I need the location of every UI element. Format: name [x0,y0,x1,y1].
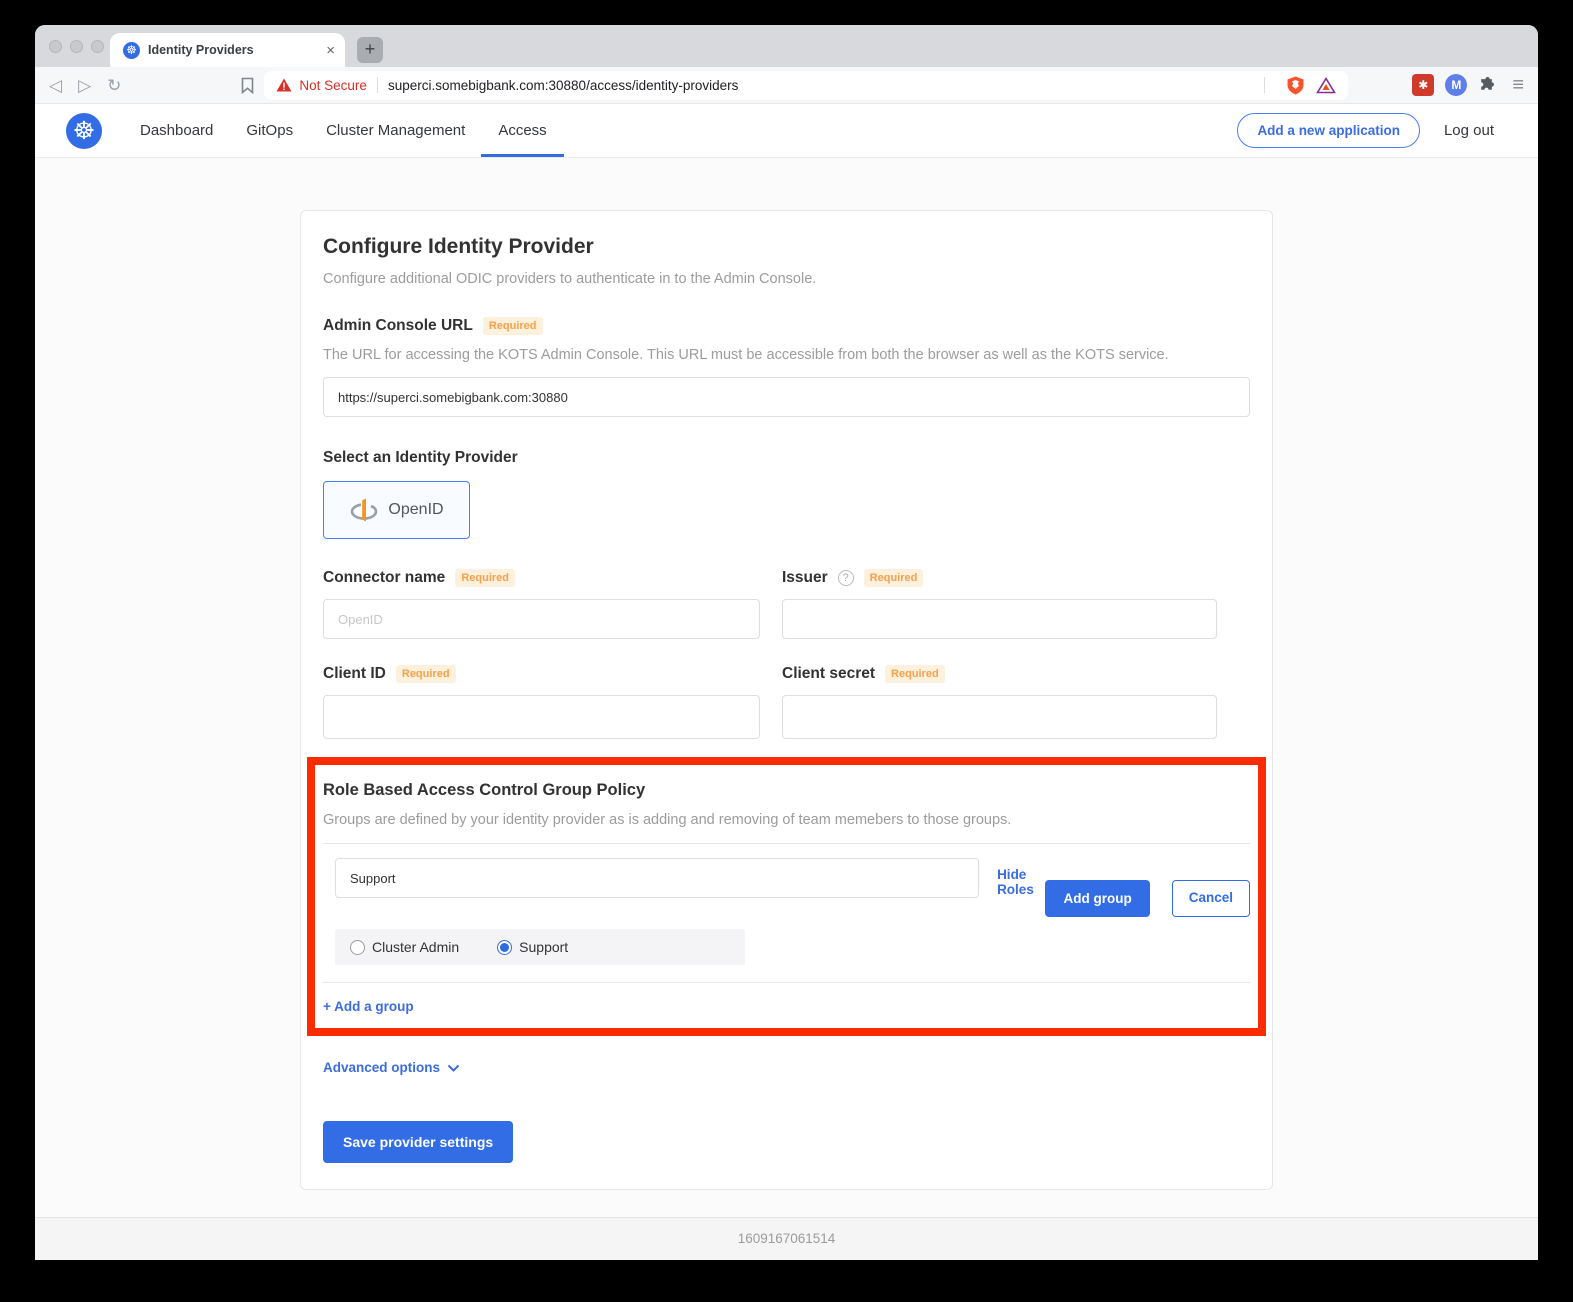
nav-item-cluster-management[interactable]: Cluster Management [326,104,465,157]
add-new-application-button[interactable]: Add a new application [1237,113,1420,148]
add-a-group-link[interactable]: + Add a group [323,999,414,1014]
rbac-highlight-box: Role Based Access Control Group Policy G… [307,757,1266,1036]
issuer-help-icon[interactable]: ? [838,570,854,586]
chevron-down-icon [447,1064,460,1072]
browser-tab[interactable]: ☸ Identity Providers × [110,33,345,67]
tab-bar: ☸ Identity Providers × + [35,25,1538,67]
client-secret-label: Client secret [782,665,875,683]
url-text: superci.somebigbank.com:30880/access/ide… [388,78,738,93]
role-label: Support [519,939,568,955]
not-secure-label: Not Secure [299,78,367,93]
page-content: Configure Identity Provider Configure ad… [35,158,1538,1217]
role-label: Cluster Admin [372,939,459,955]
cancel-button[interactable]: Cancel [1172,880,1250,917]
close-tab-icon[interactable]: × [326,43,335,58]
rbac-description: Groups are defined by your identity prov… [323,812,1250,828]
browser-window: ☸ Identity Providers × + ◁ ▷ ↻ Not Secur… [35,25,1538,1260]
connector-name-label: Connector name [323,569,445,587]
footer-timestamp: 1609167061514 [35,1217,1538,1260]
client-secret-input[interactable] [782,695,1217,739]
extension-badger-icon[interactable]: ✱ [1412,74,1434,96]
radio-checked-icon[interactable] [497,940,512,955]
url-separator-right [1264,77,1265,93]
url-bar[interactable]: Not Secure superci.somebigbank.com:30880… [264,71,1348,100]
client-id-label: Client ID [323,665,386,683]
required-badge: Required [455,569,515,587]
openid-provider-button[interactable]: OpenID [323,481,470,539]
required-badge: Required [885,665,945,683]
forward-icon[interactable]: ▷ [78,77,91,94]
rbac-title: Role Based Access Control Group Policy [323,781,1250,800]
admin-console-url-label: Admin Console URL [323,317,473,335]
required-badge: Required [864,569,924,587]
rbac-divider-top [323,843,1250,844]
advanced-options-label: Advanced options [323,1060,440,1075]
hide-roles-link[interactable]: Hide Roles [997,867,1045,897]
url-separator [377,77,378,93]
kubernetes-logo-icon: ☸ [66,113,102,149]
radio-unchecked-icon[interactable] [350,940,365,955]
rbac-divider-bottom [323,982,1250,983]
client-id-input[interactable] [323,695,760,739]
not-secure-warning-icon [276,78,292,92]
bookmark-icon[interactable] [241,77,254,94]
admin-console-url-description: The URL for accessing the KOTS Admin Con… [323,347,1250,363]
connector-name-input[interactable] [323,599,760,639]
new-tab-button[interactable]: + [357,37,383,63]
required-badge: Required [396,665,456,683]
role-option-cluster-admin[interactable]: Cluster Admin [350,939,459,955]
group-name-input[interactable] [335,858,979,898]
close-window-button[interactable] [49,40,62,53]
admin-console-url-input[interactable] [323,377,1250,417]
openid-logo-icon [349,495,379,525]
traffic-lights [49,40,104,53]
group-row: Hide Roles Add group Cancel [335,858,1250,917]
minimize-window-button[interactable] [70,40,83,53]
openid-label: OpenID [388,501,443,519]
required-badge: Required [483,317,543,335]
brave-rewards-bat-icon[interactable] [1316,77,1336,94]
maximize-window-button[interactable] [91,40,104,53]
configure-identity-provider-card: Configure Identity Provider Configure ad… [300,210,1273,1190]
kubernetes-favicon-icon: ☸ [123,42,140,59]
add-group-button[interactable]: Add group [1045,880,1149,917]
nav-item-gitops[interactable]: GitOps [246,104,293,157]
back-icon[interactable]: ◁ [49,77,62,94]
extensions-area: ✱ M ≡ [1412,74,1524,96]
tab-title: Identity Providers [148,43,318,57]
page-title: Configure Identity Provider [323,235,1250,259]
reload-icon[interactable]: ↻ [107,77,121,94]
nav-item-dashboard[interactable]: Dashboard [140,104,213,157]
nav-right: Add a new application Log out [1237,104,1494,157]
issuer-label: Issuer [782,569,828,587]
brave-shield-icon[interactable] [1287,76,1304,95]
advanced-options-link[interactable]: Advanced options [323,1060,460,1075]
roles-panel: Cluster Admin Support [335,929,745,965]
page-subtitle: Configure additional ODIC providers to a… [323,271,1250,287]
browser-toolbar: ◁ ▷ ↻ Not Secure superci.somebigbank.com… [35,67,1538,104]
extensions-puzzle-icon[interactable] [1478,77,1495,94]
extension-m-icon[interactable]: M [1445,74,1467,96]
app-nav: ☸ Dashboard GitOps Cluster Management Ac… [35,104,1538,158]
issuer-input[interactable] [782,599,1217,639]
role-option-support[interactable]: Support [497,939,568,955]
log-out-button[interactable]: Log out [1444,122,1494,139]
select-identity-provider-label: Select an Identity Provider [323,449,1250,467]
group-actions: Add group Cancel [1045,880,1250,917]
browser-menu-icon[interactable]: ≡ [1512,75,1524,95]
nav-item-access[interactable]: Access [498,104,546,157]
save-provider-settings-button[interactable]: Save provider settings [323,1121,513,1163]
